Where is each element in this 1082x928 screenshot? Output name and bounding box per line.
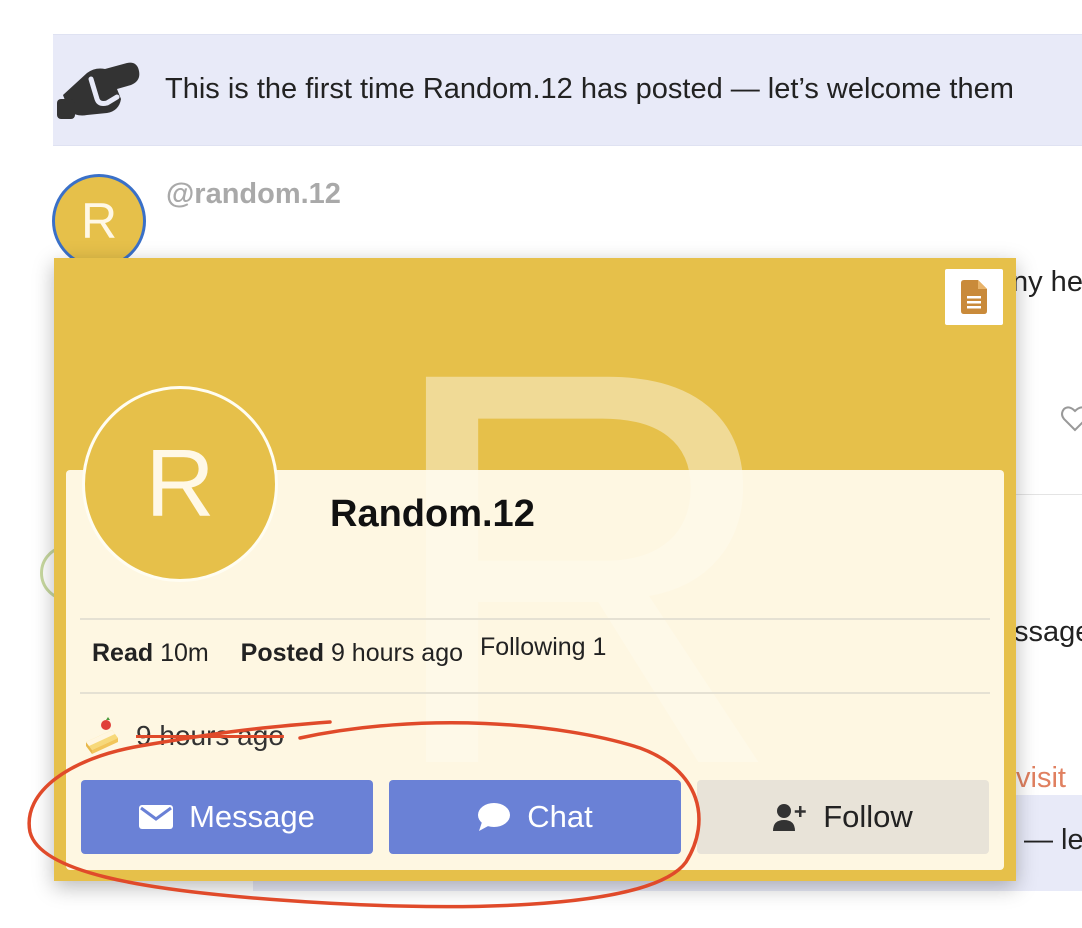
posted-label: Posted [240, 639, 324, 667]
card-avatar[interactable]: R [82, 386, 278, 582]
first-post-banner: This is the first time Random.12 has pos… [53, 34, 1082, 146]
message-button[interactable]: Message [81, 780, 373, 854]
user-stats: Read 10m Posted 9 hours ago Following 1 [92, 633, 606, 668]
cake-day-text: 9 hours ago [136, 720, 284, 751]
user-card: R R Random.12 Read 10m Posted 9 hours ag… [54, 258, 1016, 881]
envelope-icon [139, 805, 174, 829]
message-button-label: Message [189, 799, 315, 834]
post-username[interactable]: @random.12 [166, 178, 341, 211]
card-avatar-letter: R [145, 430, 215, 537]
post-divider [1016, 494, 1082, 495]
read-value: 10m [160, 639, 209, 667]
read-label: Read [92, 639, 154, 667]
chat-bubble-icon [478, 803, 511, 831]
banner-message: This is the first time Random.12 has pos… [165, 73, 1014, 105]
card-divider [80, 692, 990, 694]
user-plus-icon [773, 804, 806, 831]
handshake-icon [57, 62, 140, 119]
visit-link-fragment[interactable]: visit [1016, 762, 1066, 795]
chat-button-label: Chat [527, 799, 593, 834]
like-heart-icon[interactable] [1060, 404, 1082, 434]
user-summary-button[interactable] [945, 269, 1003, 325]
card-user-name[interactable]: Random.12 [330, 493, 535, 536]
chat-button[interactable]: Chat [389, 780, 681, 854]
card-divider [80, 618, 990, 620]
following-count[interactable]: Following 1 [480, 633, 606, 661]
post-avatar-letter: R [80, 193, 118, 249]
post-text-fragment: ssage [1014, 616, 1082, 648]
post-author-avatar[interactable]: R [52, 174, 146, 268]
follow-button-label: Follow [823, 799, 913, 834]
posted-value: 9 hours ago [330, 639, 463, 667]
follow-button[interactable]: Follow [697, 780, 989, 854]
cake-icon [86, 717, 118, 754]
post-text-fragment: — le [1024, 824, 1082, 856]
post-text-fragment: ny he [1012, 266, 1082, 298]
document-icon [961, 280, 987, 314]
